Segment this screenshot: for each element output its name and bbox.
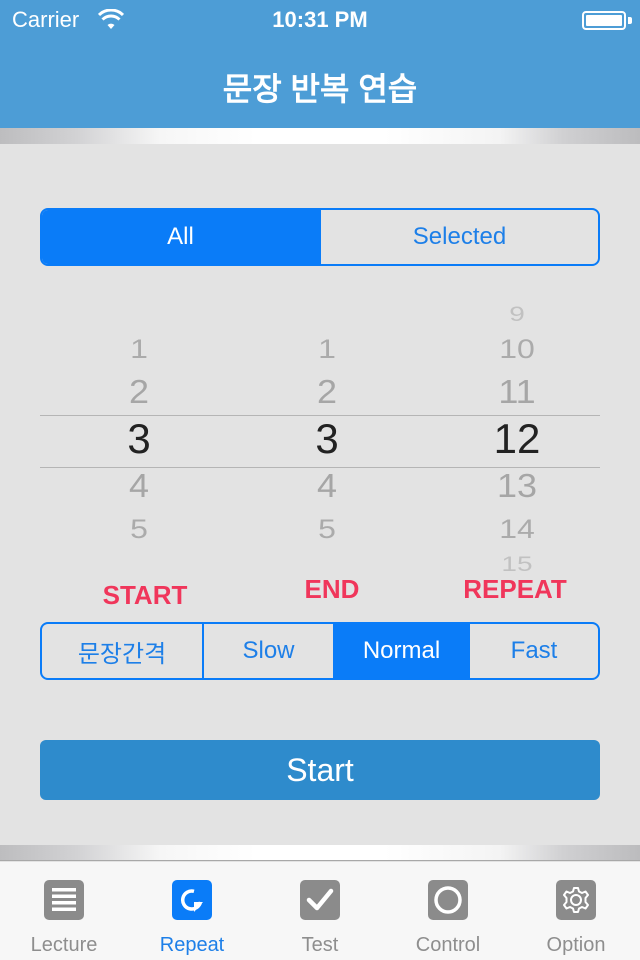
page-title: 문장 반복 연습 <box>222 71 418 107</box>
repeat-label: REPEAT <box>463 574 567 604</box>
picker-value[interactable]: 4 <box>252 469 402 502</box>
tab-lecture[interactable]: Lecture <box>0 862 128 960</box>
picker-value[interactable]: 2 <box>252 375 402 408</box>
picker-selected-value[interactable]: 3 <box>252 418 402 460</box>
picker-value[interactable]: 5 <box>64 516 214 543</box>
picker-selected-value[interactable]: 3 <box>64 418 214 460</box>
picker-value[interactable]: 9 <box>442 303 592 324</box>
segment-all[interactable]: All <box>42 210 319 264</box>
header-divider <box>0 128 640 144</box>
status-time: 10:31 PM <box>272 7 368 32</box>
number-picker[interactable]: 12345 12345 9 10 11 12 13 14 15 <box>40 300 600 575</box>
picker-column-start[interactable]: 1 2 3 4 5 <box>64 300 214 575</box>
tab-label: Test <box>301 934 339 956</box>
segment-sentence-interval[interactable]: 문장간격 <box>42 624 202 678</box>
tab-test[interactable]: Test <box>256 862 384 960</box>
battery-icon <box>582 11 626 30</box>
list-icon <box>44 880 84 920</box>
segment-normal[interactable]: Normal <box>333 624 468 678</box>
tab-label: Repeat <box>159 934 225 956</box>
picker-selected-value[interactable]: 12 <box>442 418 592 460</box>
tab-repeat[interactable]: Repeat <box>128 862 256 960</box>
nav-header: Carrier 10:31 PM 문장 반복 연습 <box>0 0 640 128</box>
start-button[interactable]: Start <box>40 740 600 800</box>
picker-value[interactable]: 11 <box>442 375 592 408</box>
scope-segmented-control: All Selected <box>40 208 600 266</box>
tab-option[interactable]: Option <box>512 862 640 960</box>
tab-label: Lecture <box>30 934 98 956</box>
picker-column-end[interactable]: 1 2 3 4 5 <box>252 300 402 575</box>
picker-value[interactable]: 14 <box>442 516 592 543</box>
segment-selected[interactable]: Selected <box>319 210 598 264</box>
circle-icon <box>428 880 468 920</box>
gear-icon <box>556 880 596 920</box>
picker-value[interactable]: 10 <box>442 336 592 363</box>
picker-value[interactable]: 15 <box>442 553 592 574</box>
battery-tip <box>628 17 632 24</box>
tab-label: Control <box>415 934 481 956</box>
tab-control[interactable]: Control <box>384 862 512 960</box>
picker-value[interactable]: 4 <box>64 469 214 502</box>
picker-value[interactable]: 1 <box>252 336 402 363</box>
picker-value[interactable]: 1 <box>64 336 214 363</box>
segment-slow[interactable]: Slow <box>202 624 333 678</box>
end-label: END <box>304 574 360 604</box>
checkmark-icon <box>300 880 340 920</box>
speed-segmented-control: 문장간격 Slow Normal Fast <box>40 622 600 680</box>
start-label: START <box>102 580 188 610</box>
picker-value[interactable]: 13 <box>442 469 592 502</box>
tab-bar: Lecture Repeat Test Control Option <box>0 862 640 960</box>
status-bar: Carrier 10:31 PM <box>0 0 640 40</box>
picker-value[interactable]: 2 <box>64 375 214 408</box>
repeat-icon <box>172 880 212 920</box>
picker-value[interactable]: 5 <box>252 516 402 543</box>
tab-label: Option <box>546 934 606 956</box>
segment-fast[interactable]: Fast <box>468 624 598 678</box>
tabbar-divider <box>0 845 640 861</box>
picker-column-repeat[interactable]: 9 10 11 12 13 14 15 <box>442 300 592 575</box>
